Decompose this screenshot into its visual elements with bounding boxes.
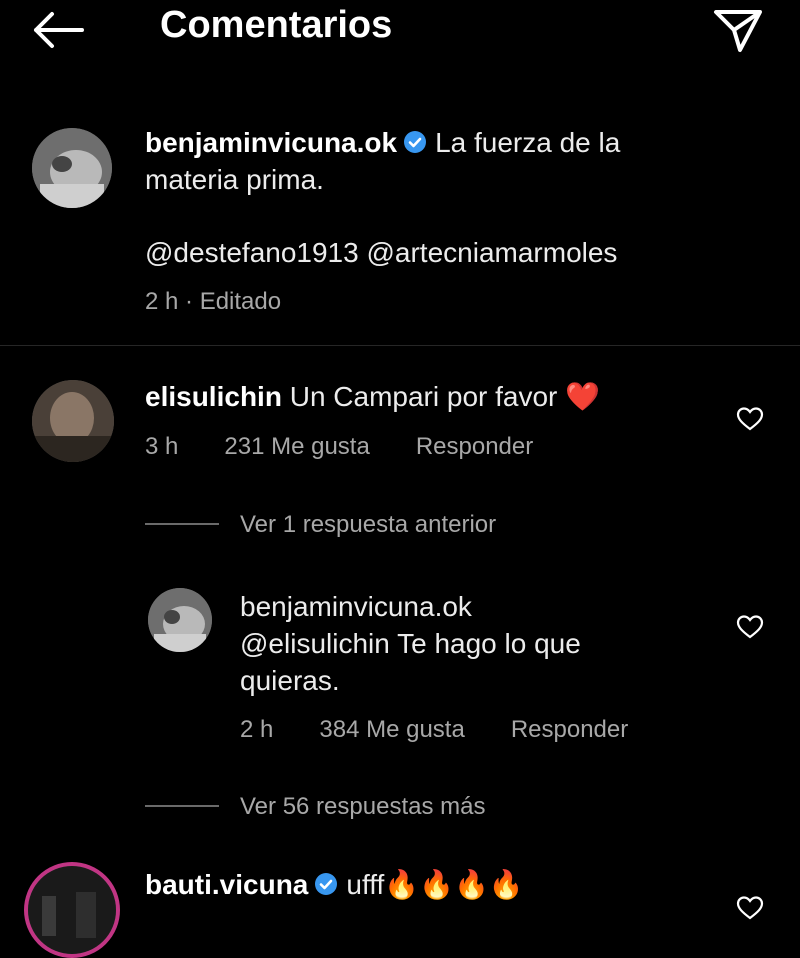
arrow-left-icon [34,12,84,48]
comment-text: Un Campari por favor [289,381,558,412]
reply-text-line1: @elisulichin Te hago lo que [240,628,581,659]
reply-username[interactable]: benjaminvicuna.ok [240,588,472,625]
like-button[interactable] [736,406,764,432]
page-title: Comentarios [160,4,393,46]
reply-avatar[interactable] [148,588,212,652]
comment-username[interactable]: bauti.vicuna [145,869,308,900]
comment-avatar[interactable] [32,380,114,462]
send-button[interactable] [712,6,764,54]
comment-username[interactable]: elisulichin [145,381,282,412]
paper-plane-icon [714,10,762,52]
comment-likes[interactable]: 231 Me gusta [224,433,369,460]
view-previous-replies[interactable]: Ver 1 respuesta anterior [240,511,496,539]
divider [0,345,800,346]
heart-outline-icon [736,615,764,639]
view-more-replies[interactable]: Ver 56 respuestas más [240,793,485,821]
thread-line [145,805,219,807]
reply-time: 2 h [240,716,274,743]
verified-badge-icon [404,131,427,153]
heart-outline-icon [736,407,764,431]
like-button[interactable] [736,895,764,921]
reply-likes[interactable]: 384 Me gusta [319,716,464,743]
caption-mentions[interactable]: @destefano1913 @artecniamarmoles [145,234,617,271]
caption-line1: benjaminvicuna.ok La fuerza de la [145,124,620,161]
reply-meta: 2 h 384 Me gusta Responder [240,716,674,744]
thread-line [145,523,219,525]
heart-emoji: ❤️ [565,381,601,412]
back-button[interactable] [30,10,86,50]
reply-like-button[interactable] [736,614,764,640]
reply-text-line2: quieras. [240,665,340,696]
heart-outline-icon [736,896,764,920]
verified-badge-icon [315,873,338,895]
caption-text-line2: materia prima. [145,164,324,195]
caption-meta: 2 h · Editado [145,288,282,315]
comment-avatar-story-ring[interactable] [24,862,120,958]
comment-text: ufff [346,869,385,900]
caption-username[interactable]: benjaminvicuna.ok [145,127,397,158]
reply-reply-button[interactable]: Responder [511,716,628,743]
comment-meta: 3 h 231 Me gusta Responder [145,433,579,461]
comment-line: elisulichin Un Campari por favor ❤️ [145,378,600,415]
fire-emoji: 🔥🔥🔥🔥 [384,869,524,900]
comment-line: bauti.vicuna ufff🔥🔥🔥🔥 [145,866,524,903]
comment-time: 3 h [145,433,179,460]
caption-avatar[interactable] [32,128,112,208]
reply-button[interactable]: Responder [416,433,533,460]
caption-text-line1: La fuerza de la [435,127,621,158]
